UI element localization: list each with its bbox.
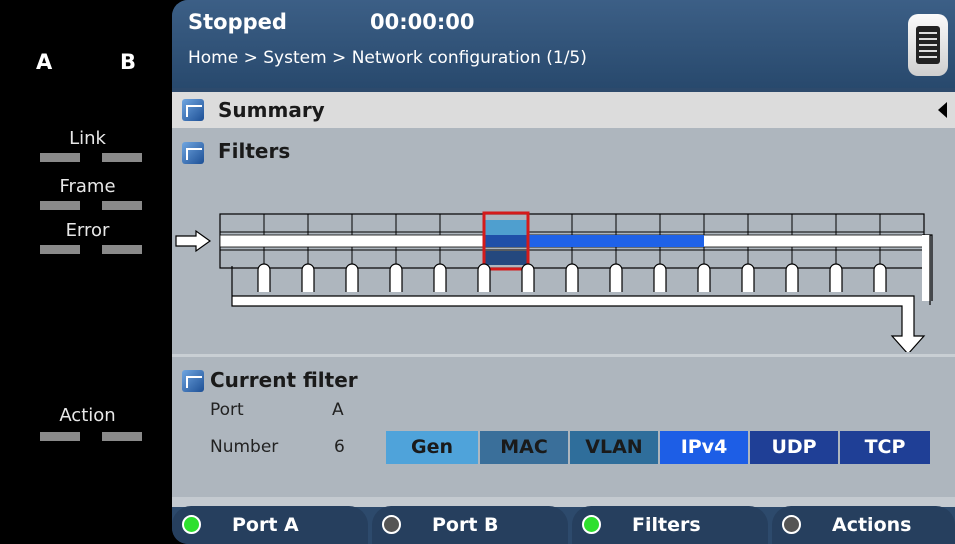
port-b-button-label: Port B xyxy=(432,514,499,536)
breadcrumb: Home > System > Network configuration (1… xyxy=(188,48,587,68)
section-divider xyxy=(172,354,955,357)
content-area: Summary Filters Current filter Port A Nu… xyxy=(172,92,955,497)
link-led-a xyxy=(40,153,80,162)
action-label: Action xyxy=(59,405,116,426)
port-a-button-label: Port A xyxy=(232,514,299,536)
run-state: Stopped xyxy=(188,10,287,34)
protocol-gen[interactable]: Gen xyxy=(386,431,478,464)
filter-tap xyxy=(873,263,887,292)
summary-title: Summary xyxy=(218,98,325,122)
input-arrow-icon xyxy=(175,229,212,253)
number-value: 6 xyxy=(334,437,345,457)
protocol-vlan[interactable]: VLAN xyxy=(570,431,658,464)
current-filter-section-icon xyxy=(182,370,204,392)
header-bar: Stopped 00:00:00 Home > System > Network… xyxy=(172,0,955,88)
menu-icon[interactable] xyxy=(908,14,948,76)
filter-tap xyxy=(609,263,623,292)
filter-active-cell xyxy=(616,235,660,247)
port-label: Port xyxy=(210,400,244,420)
filter-tap xyxy=(257,263,271,292)
frame-led-a xyxy=(40,201,80,210)
current-filter-title: Current filter xyxy=(210,368,358,392)
filter-active-cell xyxy=(528,235,572,247)
filter-tap xyxy=(653,263,667,292)
action-led-b xyxy=(102,432,142,441)
filter-active-cell xyxy=(572,235,616,247)
filters-button[interactable]: Filters xyxy=(572,506,768,544)
collapse-arrow-icon[interactable] xyxy=(938,102,947,118)
link-label: Link xyxy=(69,128,106,149)
filter-tap xyxy=(345,263,359,292)
filters-button-label: Filters xyxy=(632,514,701,536)
filter-active-cell xyxy=(660,235,704,247)
protocol-udp[interactable]: UDP xyxy=(750,431,838,464)
port-b-status-led xyxy=(382,515,401,534)
protocol-ipv4[interactable]: IPv4 xyxy=(660,431,748,464)
error-led-b xyxy=(102,245,142,254)
actions-status-led xyxy=(782,515,801,534)
filter-pipeline-diagram xyxy=(175,211,933,352)
port-b-label: B xyxy=(120,50,137,74)
filter-tap xyxy=(829,263,843,292)
protocol-tcp[interactable]: TCP xyxy=(840,431,930,464)
main-frame: Stopped 00:00:00 Home > System > Network… xyxy=(172,0,955,544)
port-a-button[interactable]: Port A xyxy=(172,506,368,544)
frame-led-b xyxy=(102,201,142,210)
filters-status-led xyxy=(582,515,601,534)
link-led-b xyxy=(102,153,142,162)
filter-tap xyxy=(389,263,403,292)
filter-tap xyxy=(565,263,579,292)
filter-tap xyxy=(697,263,711,292)
status-panel: A B Link Frame Error Action xyxy=(10,8,165,544)
filters-section-icon xyxy=(182,142,204,164)
actions-button-label: Actions xyxy=(832,514,912,536)
filter-tap xyxy=(741,263,755,292)
summary-section-icon xyxy=(182,99,204,121)
error-label: Error xyxy=(65,220,110,241)
filter-tap xyxy=(785,263,799,292)
filter-tap xyxy=(301,263,315,292)
port-a-label: A xyxy=(36,50,53,74)
filter-tap xyxy=(477,263,491,292)
elapsed-time: 00:00:00 xyxy=(370,10,475,34)
port-b-button[interactable]: Port B xyxy=(372,506,568,544)
frame-label: Frame xyxy=(59,176,116,197)
protocol-mac[interactable]: MAC xyxy=(480,431,568,464)
filter-tap xyxy=(433,263,447,292)
actions-button[interactable]: Actions xyxy=(772,506,955,544)
port-a-status-led xyxy=(182,515,201,534)
filters-title[interactable]: Filters xyxy=(218,139,290,163)
number-label: Number xyxy=(210,437,279,457)
action-led-a xyxy=(40,432,80,441)
protocol-layers: Gen MAC VLAN IPv4 UDP TCP xyxy=(386,431,932,464)
port-value: A xyxy=(332,400,344,420)
summary-section-header[interactable]: Summary xyxy=(172,92,955,128)
error-led-a xyxy=(40,245,80,254)
filter-tap xyxy=(521,263,535,292)
